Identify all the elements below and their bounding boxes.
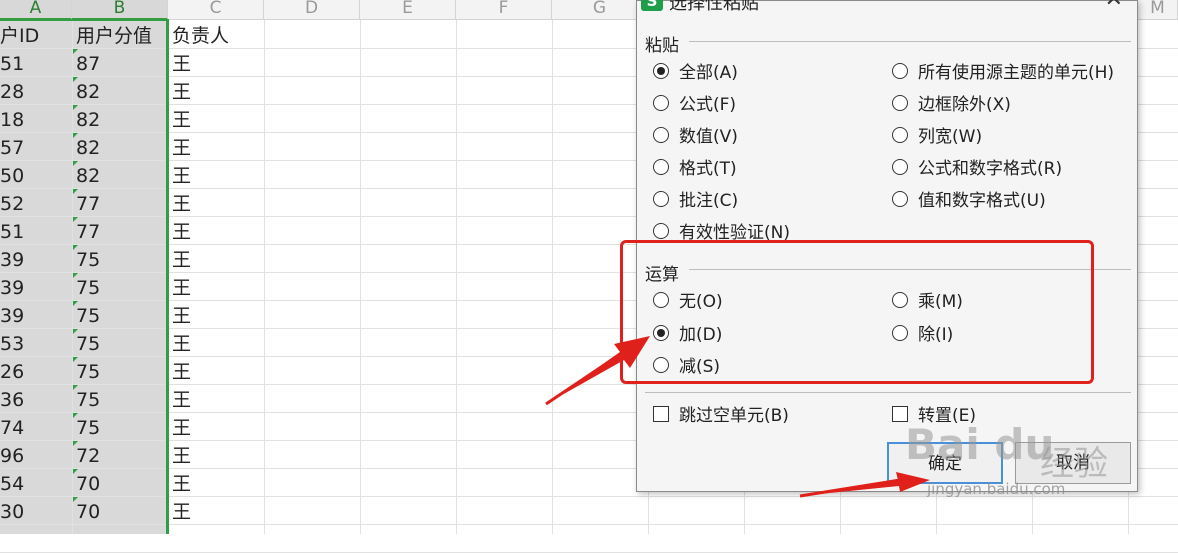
watermark-text: 经验 xyxy=(1040,444,1108,484)
baidu-logo: Bai du xyxy=(905,420,1055,469)
watermark-url: jingyan.baidu.com xyxy=(927,480,1066,498)
baidu-watermark: Bai du 经验 jingyan.baidu.com xyxy=(905,400,1135,530)
